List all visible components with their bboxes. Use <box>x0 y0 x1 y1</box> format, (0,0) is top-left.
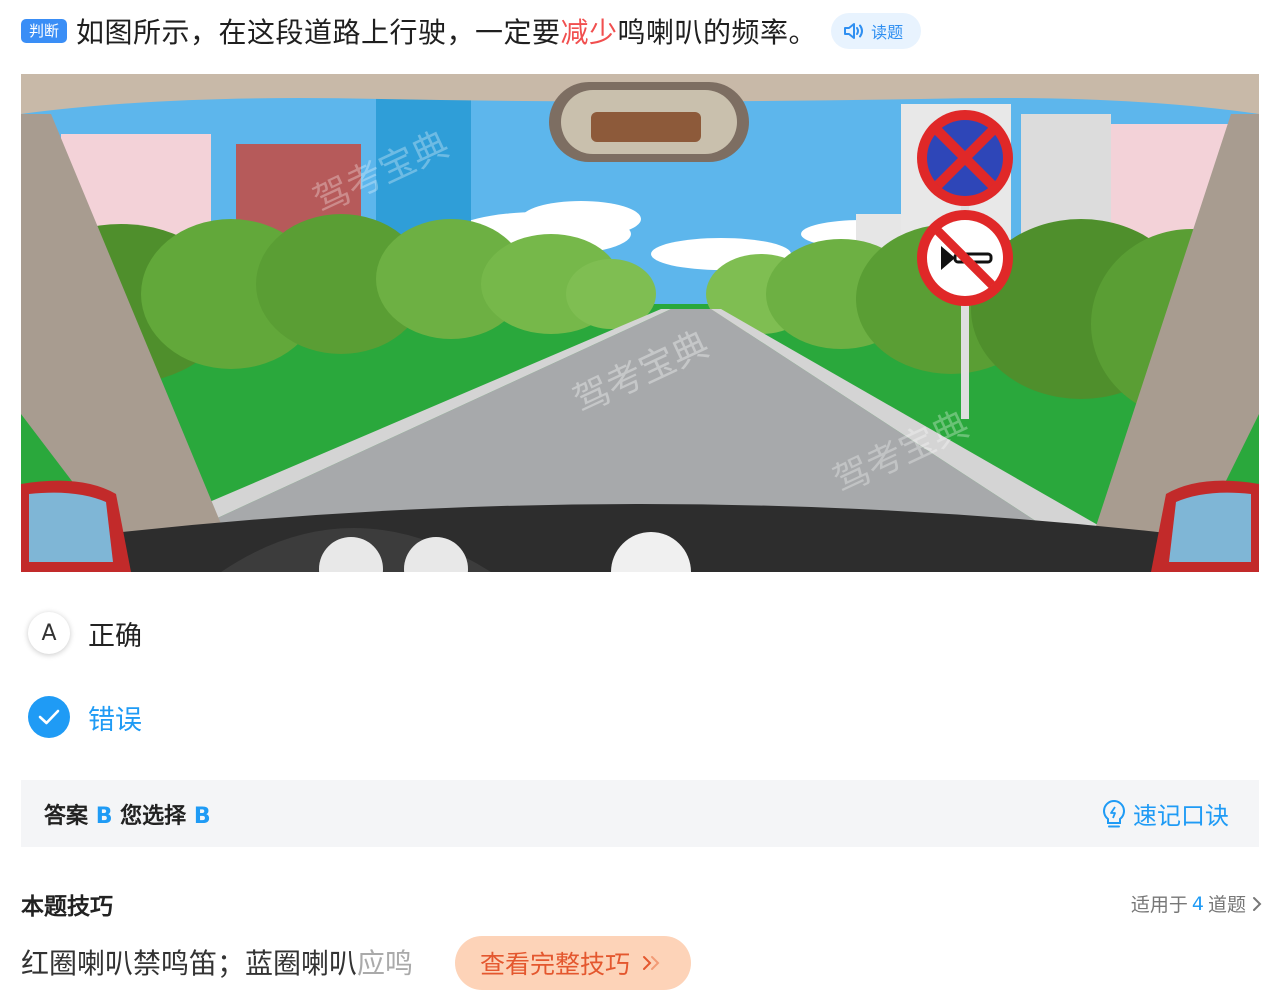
speaker-icon <box>844 23 864 39</box>
tips-title: 本题技巧 <box>21 894 113 920</box>
memo-label: 速记口诀 <box>1133 802 1229 830</box>
question-illustration: 驾考宝典 驾考宝典 驾考宝典 <box>21 74 1259 572</box>
read-question-label: 读题 <box>871 23 904 42</box>
checkmark-icon <box>28 696 70 738</box>
chevron-right-icon <box>1253 896 1262 911</box>
question-type-badge: 判断 <box>21 19 68 43</box>
tips-body-faded: 应鸣 <box>357 947 414 980</box>
question-text-part: 鸣喇叭的频率。 <box>617 16 818 49</box>
answer-label: 答案 <box>44 803 89 829</box>
tips-applies-count: 4 <box>1191 892 1204 915</box>
question-header: 判断 如图所示，在这段道路上行驶，一定要减少鸣喇叭的频率。 读题 <box>21 8 1241 54</box>
lightbulb-icon <box>1103 799 1125 827</box>
answer-value: B <box>95 803 113 829</box>
read-question-button[interactable]: 读题 <box>831 13 922 49</box>
tips-applies-prefix: 适用于 <box>1130 894 1188 916</box>
answer-bar: 答案 B 您选择 B 速记口诀 <box>21 780 1259 847</box>
driver-view-scene: 驾考宝典 驾考宝典 驾考宝典 <box>21 74 1259 572</box>
tips-body-text: 红圈喇叭禁鸣笛；蓝圈喇叭 <box>21 947 358 980</box>
option-letter: A <box>28 612 70 654</box>
option-a[interactable]: A 正确 <box>28 612 142 654</box>
cloud <box>521 201 641 237</box>
double-chevron-right-icon <box>643 956 660 970</box>
option-b[interactable]: 错误 <box>28 696 142 738</box>
chosen-value: B <box>193 803 211 829</box>
option-label: 错误 <box>88 704 142 736</box>
view-full-tips-label: 查看完整技巧 <box>479 950 630 979</box>
question-text-part: 如图所示，在这段道路上行驶，一定要 <box>76 16 561 49</box>
memo-button[interactable]: 速记口诀 <box>1101 780 1229 847</box>
tips-applies-link[interactable]: 适用于 4 道题 <box>1131 890 1264 917</box>
question-highlight: 减少 <box>560 16 618 49</box>
view-full-tips-button[interactable]: 查看完整技巧 <box>455 936 691 990</box>
answer-summary: 答案 B 您选择 B <box>44 798 211 830</box>
option-label: 正确 <box>88 620 142 652</box>
chosen-label: 您选择 <box>120 803 187 829</box>
question-text: 如图所示，在这段道路上行驶，一定要减少鸣喇叭的频率。 <box>76 11 817 51</box>
tips-applies-suffix: 道题 <box>1207 894 1246 916</box>
tips-body: 红圈喇叭禁鸣笛；蓝圈喇叭应鸣 <box>21 942 413 982</box>
